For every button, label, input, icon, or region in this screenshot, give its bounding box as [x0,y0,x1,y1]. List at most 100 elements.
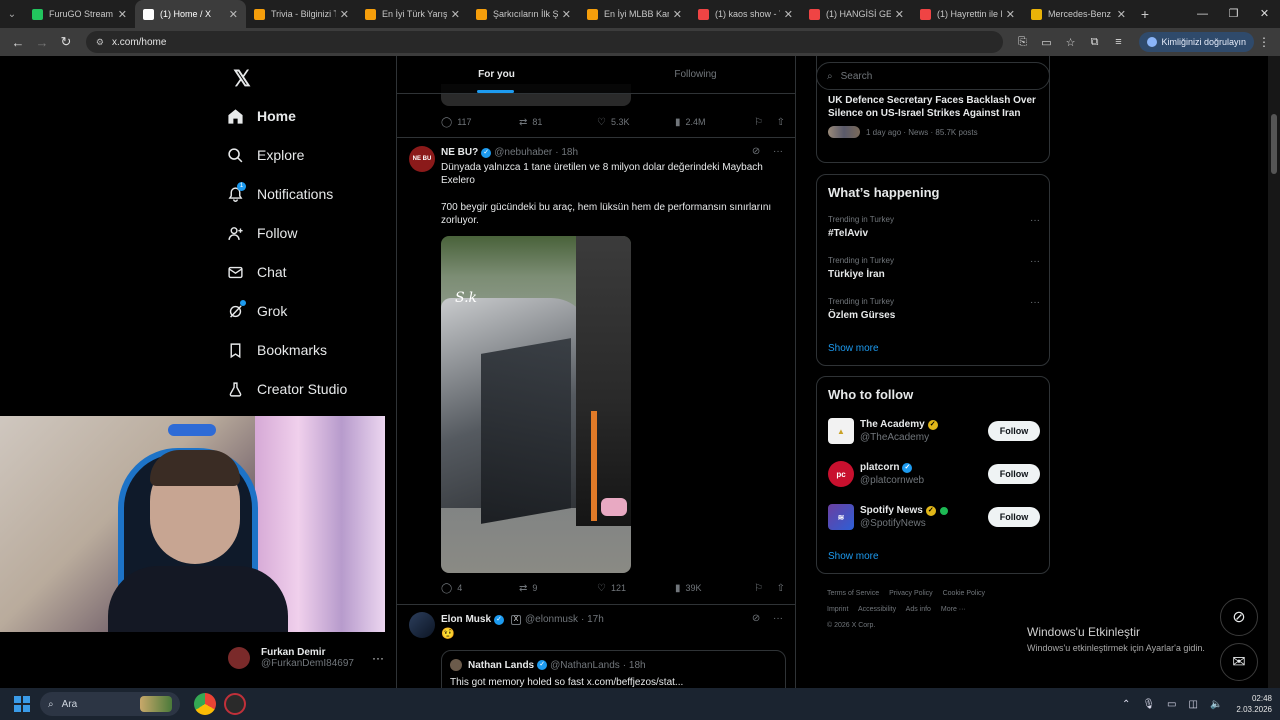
volume-icon[interactable]: 🔈 [1210,699,1222,710]
nav-notifications[interactable]: 1 Notifications [226,180,333,208]
nav-home[interactable]: Home [226,102,296,130]
messages-fab-button[interactable]: ✉ [1220,643,1258,681]
post-time[interactable]: · 17h [581,614,604,625]
close-tab-icon[interactable]: ✕ [895,8,904,21]
cast-icon[interactable]: ▭ [1035,36,1059,49]
follow-suggestion[interactable]: pc platcorn ✓ @platcornweb Follow [828,460,1040,488]
trend-item[interactable]: Trending in Turkey Türkiye İran ··· [828,256,1040,280]
browser-tab[interactable]: En İyi MLBB Karak ✕ [579,0,690,28]
browser-tab[interactable]: Şarkıcıların İlk Şa ✕ [468,0,579,28]
views-button[interactable]: ▮ 2.4M [675,117,753,128]
news-headline[interactable]: UK Defence Secretary Faces Backlash Over… [828,94,1043,120]
account-switcher[interactable]: Furkan Demir @FurkanDemI84697 ··· [228,642,388,674]
more-icon[interactable]: ··· [773,613,783,624]
grok-icon[interactable]: ⊘ [752,146,760,157]
maximize-button[interactable]: ❐ [1218,0,1249,28]
url-bar[interactable]: ⚙ x.com/home [85,31,1003,53]
like-button[interactable]: ♡ 5.3K [597,117,675,128]
app-taskbar-icon[interactable] [224,693,246,715]
post-video[interactable]: S.k [441,236,631,573]
more-icon[interactable]: ··· [1030,256,1040,267]
follow-suggestion[interactable]: ▲ The Academy ✓ @TheAcademy Follow [828,417,1040,445]
footer-link[interactable]: Privacy Policy [889,590,933,597]
reply-button[interactable]: ◯ 4 [441,583,519,594]
trend-item[interactable]: Trending in Turkey Özlem Gürses ··· [828,297,1040,321]
minimize-button[interactable]: — [1187,0,1218,28]
grok-icon[interactable]: ⊘ [752,613,760,624]
repost-button[interactable]: ⇄ 9 [519,583,597,594]
close-tab-icon[interactable]: ✕ [562,8,571,21]
author-name[interactable]: NE BU? [441,147,478,158]
close-tab-icon[interactable]: ✕ [784,8,793,21]
browser-tab[interactable]: FuruGO Stream - Y ✕ [24,0,135,28]
star-icon[interactable]: ☆ [1059,36,1083,49]
chevron-up-icon[interactable]: ⌃ [1122,699,1130,710]
close-tab-icon[interactable]: ✕ [1006,8,1015,21]
share-icon[interactable]: ⇧ [777,583,785,594]
browser-tab[interactable]: (1) Home / X ✕ [135,0,246,28]
follow-button[interactable]: Follow [988,464,1040,484]
clock[interactable]: 02:48 2.03.2026 [1236,693,1272,715]
forward-button[interactable]: → [30,35,54,50]
more-icon[interactable]: ··· [1030,297,1040,308]
close-tab-icon[interactable]: ✕ [451,8,460,21]
repost-button[interactable]: ⇄ 81 [519,117,597,128]
footer-link[interactable]: Ads info [906,606,931,613]
reply-button[interactable]: ◯ 117 [441,117,519,128]
share-icon[interactable]: ⇧ [777,117,785,128]
post-nebuhaber[interactable]: NE BU NE BU? ✓ @nebuhaber · 18h ⊘ ··· Dü… [397,137,795,605]
author-handle[interactable]: @elonmusk [525,614,578,625]
footer-link[interactable]: More ··· [941,606,966,613]
tab-following[interactable]: Following [596,56,795,93]
show-more-trends-link[interactable]: Show more [828,343,879,354]
taskbar-search[interactable]: ⌕ Ara [40,692,180,716]
bookmark-icon[interactable]: ⚐ [754,583,763,594]
follow-button[interactable]: Follow [988,421,1040,441]
nav-bookmarks[interactable]: Bookmarks [226,336,327,364]
network-icon[interactable]: ◫ [1189,699,1198,710]
footer-link[interactable]: Accessibility [858,606,896,613]
windows-start-icon[interactable] [14,696,30,712]
chrome-taskbar-icon[interactable] [194,693,216,715]
nav-chat[interactable]: Chat [226,258,287,286]
back-button[interactable]: ← [6,35,30,50]
reading-list-icon[interactable]: ≡ [1107,36,1131,49]
more-icon[interactable]: ··· [773,146,783,157]
close-tab-icon[interactable]: ✕ [1117,8,1126,21]
footer-link[interactable]: Terms of Service [827,590,879,597]
page-scrollbar[interactable] [1268,56,1280,688]
browser-tab[interactable]: (1) Hayrettin ile K ✕ [912,0,1023,28]
browser-tab[interactable]: Mercedes-Benz / ✕ [1023,0,1134,28]
browser-tab[interactable]: Trivia - Bilginizi Te ✕ [246,0,357,28]
like-button[interactable]: ♡ 121 [597,583,675,594]
verify-identity-button[interactable]: Kimliğinizi doğrulayın [1138,32,1255,52]
avatar[interactable] [409,612,435,638]
display-icon[interactable]: ▭ [1167,699,1176,710]
quoted-post[interactable]: Nathan Lands ✓ @NathanLands · 18h This g… [441,650,786,688]
microphone-icon[interactable]: 🎙 [1142,699,1155,710]
author-name[interactable]: Elon Musk [441,614,491,625]
grok-fab-button[interactable]: ⊘ [1220,598,1258,636]
browser-tab[interactable]: (1) kaos show - Yo ✕ [690,0,801,28]
close-tab-icon[interactable]: ✕ [229,8,238,21]
browser-menu-icon[interactable]: ⋮ [1254,35,1274,49]
nav-creator-studio[interactable]: Creator Studio [226,375,347,403]
more-icon[interactable]: ··· [372,651,384,665]
site-info-icon[interactable]: ⚙ [96,37,104,48]
close-window-button[interactable]: ✕ [1249,0,1280,28]
author-handle[interactable]: @nebuhaber [494,147,552,158]
translate-icon[interactable]: ⎘ [1011,36,1035,49]
close-tab-icon[interactable]: ✕ [118,8,127,21]
close-tab-icon[interactable]: ✕ [340,8,349,21]
nav-grok[interactable]: Grok [226,297,287,325]
post-elonmusk[interactable]: Elon Musk ✓ X @elonmusk · 17h ⊘ ··· 🤨 Na… [397,604,795,688]
x-logo-icon[interactable]: 𝕏 [228,66,256,94]
avatar[interactable]: NE BU [409,146,435,172]
extensions-icon[interactable]: ⧉ [1083,36,1107,49]
tab-search-button[interactable]: ⌄ [0,0,24,28]
show-more-follow-link[interactable]: Show more [828,551,879,562]
footer-link[interactable]: Cookie Policy [943,590,985,597]
reload-button[interactable]: ↻ [54,34,78,50]
views-button[interactable]: ▮ 39K [675,583,753,594]
browser-tab[interactable]: En İyi Türk Yarışm ✕ [357,0,468,28]
